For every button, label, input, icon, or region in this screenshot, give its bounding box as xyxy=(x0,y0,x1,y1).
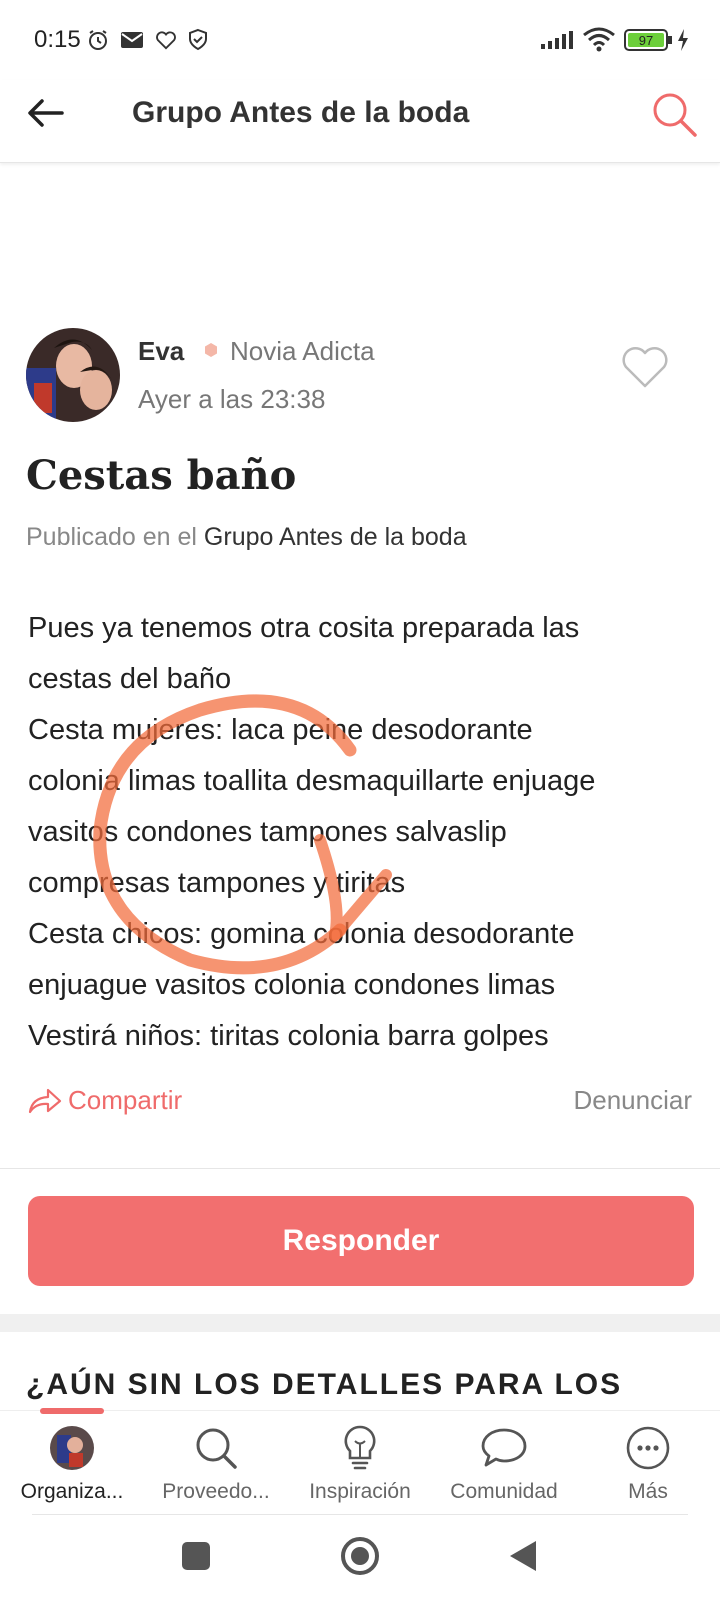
avatar-icon xyxy=(50,1426,94,1470)
body-line: compresas tampones y tiritas xyxy=(28,867,406,899)
nav-item-organiza[interactable]: Organiza... xyxy=(0,1418,144,1514)
report-link[interactable]: Denunciar xyxy=(573,1085,692,1116)
nav-label: Más xyxy=(628,1480,668,1503)
page-title: Grupo Antes de la boda xyxy=(132,96,470,129)
promo-heading: ¿AÚN SIN LOS DETALLES PARA LOS xyxy=(26,1368,623,1401)
body-line: Pues ya tenemos otra cosita preparada la… xyxy=(28,612,580,644)
reply-button[interactable]: Responder xyxy=(28,1196,694,1286)
alarm-icon xyxy=(89,30,107,50)
body-line: Cesta mujeres: laca peine desodorante xyxy=(28,714,533,746)
more-icon xyxy=(626,1426,670,1470)
nav-label: Organiza... xyxy=(20,1480,124,1503)
shield-icon xyxy=(189,28,207,51)
search-icon[interactable] xyxy=(650,90,698,138)
mail-icon xyxy=(121,32,143,48)
nav-item-comunidad[interactable]: Comunidad xyxy=(432,1418,576,1514)
published-in: Publicado en el Grupo Antes de la boda xyxy=(26,523,467,552)
search-icon xyxy=(196,1428,237,1469)
charging-icon xyxy=(678,29,688,51)
share-label: Compartir xyxy=(68,1085,183,1115)
wifi-icon xyxy=(583,27,615,52)
nav-label: Proveedo... xyxy=(162,1480,270,1503)
nav-item-proveedores[interactable]: Proveedo... xyxy=(144,1418,288,1514)
author-rank: Novia Adicta xyxy=(230,336,375,366)
body-line: enjuague vasitos colonia condones limas xyxy=(28,969,556,1001)
back-icon[interactable] xyxy=(508,1539,538,1573)
divider xyxy=(0,1168,720,1169)
published-group-link[interactable]: Grupo Antes de la boda xyxy=(204,523,467,551)
post-timestamp: Ayer a las 23:38 xyxy=(138,384,326,414)
rank-badge-icon xyxy=(205,343,217,357)
post-body: Pues ya tenemos otra cosita preparada la… xyxy=(28,603,698,1062)
body-line: vasitos condones tampones salvaslip xyxy=(28,816,507,848)
published-prefix: Publicado en el xyxy=(26,523,197,551)
status-bar: 0:15 97 xyxy=(0,0,720,80)
nav-label: Inspiración xyxy=(309,1480,411,1503)
lightbulb-icon xyxy=(344,1425,376,1470)
section-separator xyxy=(0,1314,720,1332)
home-icon[interactable] xyxy=(340,1536,380,1576)
like-heart-icon[interactable] xyxy=(620,345,670,389)
chat-bubble-icon xyxy=(481,1428,527,1467)
share-arrow-icon xyxy=(28,1088,62,1113)
recents-icon[interactable] xyxy=(181,1541,211,1571)
body-line: colonia limas toallita desmaquillarte en… xyxy=(28,765,596,797)
post-title: Cestas baño xyxy=(26,452,297,499)
nav-item-inspiracion[interactable]: Inspiración xyxy=(288,1418,432,1514)
body-line: Vestirá niños: tiritas colonia barra gol… xyxy=(28,1020,549,1052)
author-avatar[interactable] xyxy=(26,328,120,422)
nav-item-mas[interactable]: Más xyxy=(576,1418,720,1514)
author-name[interactable]: Eva xyxy=(138,336,184,367)
body-line: Cesta chicos: gomina colonia desodorante xyxy=(28,918,575,950)
body-line: cestas del baño xyxy=(28,663,232,695)
signal-icon xyxy=(541,31,573,49)
heart-outline-icon xyxy=(156,31,176,50)
battery-icon: 97 xyxy=(624,29,672,51)
svg-text:97: 97 xyxy=(639,33,653,48)
status-time: 0:15 xyxy=(34,26,81,53)
avatar-photo-icon xyxy=(26,328,120,422)
share-button[interactable]: Compartir xyxy=(28,1085,182,1116)
nav-active-indicator xyxy=(40,1408,104,1414)
nav-label: Comunidad xyxy=(450,1480,558,1503)
back-arrow-icon[interactable] xyxy=(26,96,66,130)
